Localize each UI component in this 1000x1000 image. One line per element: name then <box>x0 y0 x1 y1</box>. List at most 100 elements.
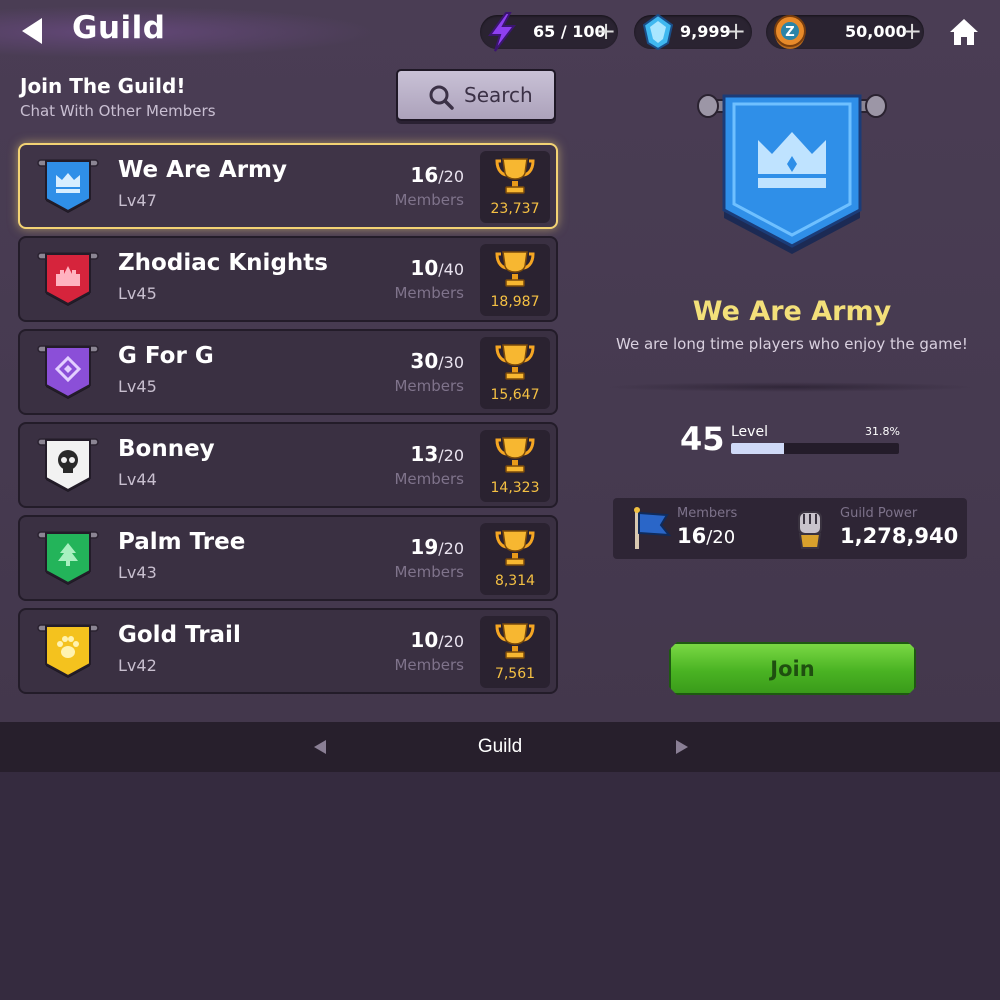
back-button[interactable] <box>18 14 48 48</box>
join-guild-title: Join The Guild! <box>20 74 186 98</box>
back-arrow-icon <box>22 18 42 44</box>
gem-icon <box>642 13 674 51</box>
gems-plus-button[interactable]: + <box>726 17 746 45</box>
title-glow <box>0 6 380 58</box>
trophy-value: 7,561 <box>494 666 536 682</box>
guild-banner-paw-icon <box>37 624 99 678</box>
trophy-box: 15,647 <box>480 337 550 409</box>
guild-level-label: Level <box>731 424 768 440</box>
guild-banner-castle-icon <box>37 252 99 306</box>
home-icon <box>950 19 978 45</box>
guild-banner-crown-icon <box>697 94 887 254</box>
guild-member-count: 30/30 <box>410 349 464 373</box>
join-button-label: Join <box>770 657 815 681</box>
trophy-value: 15,647 <box>490 387 540 403</box>
member-max: /20 <box>438 446 464 465</box>
search-button[interactable]: Search <box>396 69 556 121</box>
member-max: /20 <box>438 632 464 651</box>
guild-power-value: 1,278,940 <box>840 524 959 548</box>
energy-counter: 65 / 100 + <box>480 12 618 52</box>
guild-detail-description: We are long time players who enjoy the g… <box>616 335 968 353</box>
trophy-box: 14,323 <box>480 430 550 502</box>
gems-counter: 9,999 + <box>634 13 752 51</box>
trophy-icon <box>495 623 535 659</box>
guild-level-number: 45 <box>680 420 725 458</box>
coins-plus-button[interactable]: + <box>902 17 922 45</box>
guild-members-label: Members <box>394 470 464 488</box>
page-title: Guild <box>72 10 166 46</box>
trophy-icon <box>495 344 535 380</box>
member-current: 16 <box>410 163 439 187</box>
guild-members-label: Members <box>394 656 464 674</box>
energy-value: 65 / 100 <box>533 22 606 41</box>
guild-row[interactable]: Zhodiac Knights Lv45 10/40 Members 18,987 <box>18 236 558 322</box>
level-progress-bar <box>731 443 899 454</box>
guild-members-label: Members <box>394 377 464 395</box>
guild-level: Lv47 <box>118 191 157 210</box>
guild-row[interactable]: We Are Army Lv47 16/20 Members 23,737 <box>18 143 558 229</box>
guild-member-count: 13/20 <box>410 442 464 466</box>
trophy-icon <box>495 158 535 194</box>
trophy-value: 23,737 <box>490 201 540 217</box>
previous-arrow-icon[interactable] <box>312 738 328 756</box>
member-max: /20 <box>438 539 464 558</box>
guild-row[interactable]: Bonney Lv44 13/20 Members 14,323 <box>18 422 558 508</box>
next-arrow-icon[interactable] <box>674 738 690 756</box>
guild-members-label: Members <box>394 563 464 581</box>
guild-name: G For G <box>118 343 214 369</box>
guild-level: Lv43 <box>118 563 157 582</box>
gauntlet-icon <box>798 511 822 549</box>
energy-plus-button[interactable]: + <box>596 17 616 45</box>
coins-value: 50,000 <box>845 22 907 41</box>
guild-level: Lv44 <box>118 470 157 489</box>
nav-label: Guild <box>477 736 523 757</box>
game-screen: Guild 65 / 100 + 9,999 + Z 50,000 + Join… <box>0 0 1000 722</box>
member-max: /30 <box>438 353 464 372</box>
join-button[interactable]: Join <box>669 642 916 695</box>
member-current: 13 <box>410 442 439 466</box>
member-current: 10 <box>410 628 439 652</box>
guild-stats: Members 16/20 Guild Power 1,278,940 <box>613 498 967 559</box>
guild-members-label: Members <box>394 191 464 209</box>
home-button[interactable] <box>946 14 982 50</box>
guild-banner-skull-icon <box>37 438 99 492</box>
bottom-navigation: Guild <box>0 722 1000 772</box>
member-current: 19 <box>410 535 439 559</box>
search-icon <box>429 85 454 110</box>
guild-level: Lv45 <box>118 377 157 396</box>
guild-row[interactable]: G For G Lv45 30/30 Members 15,647 <box>18 329 558 415</box>
trophy-box: 18,987 <box>480 244 550 316</box>
guild-banner-tree-icon <box>37 531 99 585</box>
member-max: /40 <box>438 260 464 279</box>
members-max: /20 <box>706 527 736 548</box>
member-current: 10 <box>410 256 439 280</box>
guild-name: We Are Army <box>118 157 288 183</box>
trophy-value: 14,323 <box>490 480 540 496</box>
guild-row[interactable]: Gold Trail Lv42 10/20 Members 7,561 <box>18 608 558 694</box>
guild-name: Zhodiac Knights <box>118 250 328 276</box>
guild-row[interactable]: Palm Tree Lv43 19/20 Members 8,314 <box>18 515 558 601</box>
level-progress-fill <box>731 443 785 454</box>
guild-level-percent: 31.8% <box>865 425 900 438</box>
svg-text:Z: Z <box>785 25 794 40</box>
lightning-icon <box>488 12 517 52</box>
guild-level: Lv45 <box>118 284 157 303</box>
members-count: 16 <box>677 524 707 548</box>
guild-detail-name: We Are Army <box>692 296 892 327</box>
trophy-icon <box>495 251 535 287</box>
guild-members-label: Members <box>394 284 464 302</box>
member-max: /20 <box>438 167 464 186</box>
trophy-value: 8,314 <box>494 573 536 589</box>
guild-power-label: Guild Power <box>840 506 918 521</box>
trophy-icon <box>495 530 535 566</box>
top-bar: Guild 65 / 100 + 9,999 + Z 50,000 + <box>0 0 1000 64</box>
trophy-box: 8,314 <box>480 523 550 595</box>
search-label: Search <box>464 83 533 107</box>
join-guild-subtitle: Chat With Other Members <box>20 102 216 120</box>
members-value: 16/20 <box>677 524 735 548</box>
guild-banner-diamond-icon <box>37 345 99 399</box>
guild-member-count: 10/40 <box>410 256 464 280</box>
coin-icon: Z <box>774 15 806 49</box>
trophy-box: 23,737 <box>480 151 550 223</box>
trophy-icon <box>495 437 535 473</box>
